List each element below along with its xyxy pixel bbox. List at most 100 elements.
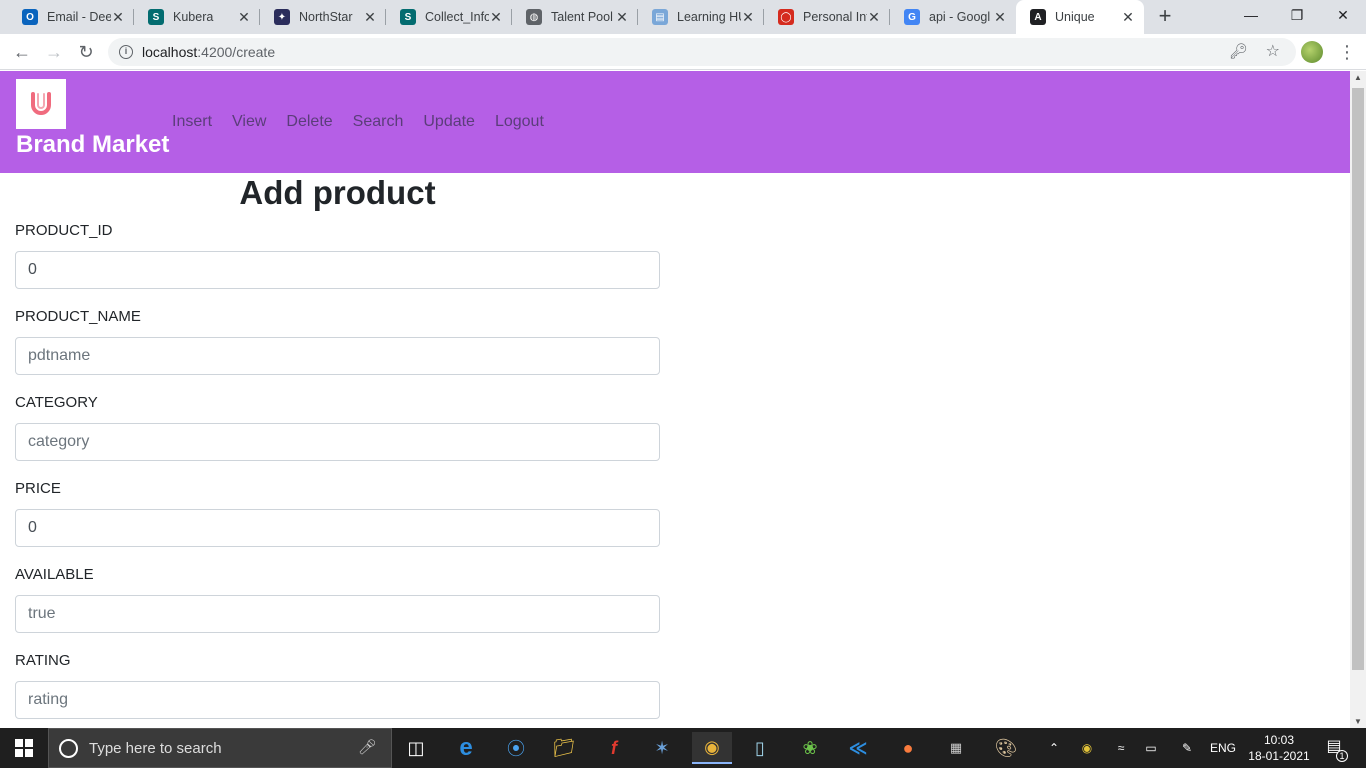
tab-close-icon[interactable]: ✕ — [614, 9, 630, 25]
battery-icon[interactable]: ▭ — [1140, 728, 1162, 768]
flash-icon[interactable]: f — [594, 732, 634, 764]
category-input[interactable] — [15, 423, 660, 461]
tab-title: Collect_Info — [425, 10, 489, 24]
spring-icon[interactable]: ❀ — [790, 732, 830, 764]
price-label: PRICE — [15, 480, 61, 497]
site-info-icon[interactable]: i — [119, 45, 133, 59]
tab-close-icon[interactable]: ✕ — [866, 9, 882, 25]
notes-app-icon[interactable]: ▯ — [740, 732, 780, 764]
oracle-icon: ◯ — [778, 9, 794, 25]
task-view-icon[interactable]: ◫ — [396, 732, 436, 764]
notification-count: 1 — [1336, 750, 1348, 762]
nav-search[interactable]: Search — [343, 111, 414, 133]
microphone-icon[interactable]: 🎤︎ — [358, 738, 377, 756]
available-input[interactable] — [15, 595, 660, 633]
angular-icon: A — [1030, 9, 1046, 25]
windows-taskbar: Type here to search 🎤︎ ◫ e ⦿ 📁︎ f ✶ ◉ ▯ … — [0, 728, 1366, 768]
url-path: :4200/create — [197, 44, 276, 60]
reload-icon[interactable]: ↻ — [74, 40, 98, 64]
edge-icon[interactable]: e — [446, 732, 486, 764]
bookmark-star-icon[interactable]: ☆ — [1266, 41, 1280, 61]
tab-close-icon[interactable]: ✕ — [236, 9, 252, 25]
forward-icon[interactable]: → — [42, 40, 66, 64]
main-nav: Insert View Delete Search Update Logout — [162, 111, 554, 133]
wifi-icon[interactable]: ≈ — [1110, 728, 1132, 768]
language-indicator[interactable]: ENG — [1208, 728, 1238, 768]
browser-tab[interactable]: S Collect_Info ✕ — [386, 0, 512, 34]
url-text[interactable]: localhost:4200/create — [142, 44, 275, 60]
northstar-icon: ✦ — [274, 9, 290, 25]
browser-tab[interactable]: Gapi - Googl ✕ — [890, 0, 1016, 34]
postman-icon[interactable]: ● — [888, 732, 928, 764]
brand-name[interactable]: Brand Market — [16, 131, 169, 159]
back-icon[interactable]: ← — [10, 40, 34, 64]
browser-tab[interactable]: S Kubera ✕ — [134, 0, 260, 34]
tab-title: Email - Dee — [47, 10, 111, 24]
nav-update[interactable]: Update — [413, 111, 485, 133]
file-explorer-icon[interactable]: 📁︎ — [544, 732, 584, 764]
tab-close-icon[interactable]: ✕ — [362, 9, 378, 25]
browser-menu-icon[interactable]: ⋮ — [1338, 40, 1356, 64]
start-button[interactable] — [0, 728, 48, 768]
product-id-input[interactable] — [15, 251, 660, 289]
nav-view[interactable]: View — [222, 111, 276, 133]
nav-insert[interactable]: Insert — [162, 111, 222, 133]
url-host: localhost — [142, 44, 198, 60]
browser-tab[interactable]: ✦ NorthStar ✕ — [260, 0, 386, 34]
page-title: Add product — [239, 174, 436, 211]
tab-title: Personal Inf — [803, 10, 867, 24]
tab-title: api - Googl — [929, 10, 991, 24]
vscode-icon[interactable]: ≪ — [838, 732, 878, 764]
tab-close-icon[interactable]: ✕ — [110, 9, 126, 25]
address-bar[interactable]: i localhost:4200/create 🔑︎ ☆ — [108, 38, 1296, 66]
chrome-icon[interactable]: ◉ — [692, 732, 732, 764]
rating-input[interactable] — [15, 681, 660, 719]
sharepoint-icon: S — [400, 9, 416, 25]
tab-title: NorthStar — [299, 10, 353, 24]
clock-date: 18-01-2021 — [1248, 749, 1310, 763]
key-icon[interactable]: 🔑︎ — [1229, 42, 1248, 60]
page-scrollbar[interactable]: ▲ ▼ — [1350, 71, 1366, 728]
clock-time: 10:03 — [1263, 733, 1295, 747]
product-name-input[interactable] — [15, 337, 660, 375]
browser-tab-strip: O Email - Dee ✕ S Kubera ✕ ✦ NorthStar ✕ S Collect… — [0, 0, 1366, 34]
tray-app-icon[interactable]: ◉ — [1076, 728, 1098, 768]
scrollbar-thumb[interactable] — [1352, 88, 1364, 670]
google-icon: G — [904, 9, 920, 25]
close-window-button[interactable]: ✕ — [1320, 0, 1366, 30]
product-id-label: PRODUCT_ID — [15, 222, 113, 239]
terminal-icon[interactable]: ▦ — [936, 732, 976, 764]
safari-icon[interactable]: ⦿ — [496, 732, 536, 764]
search-circle-icon — [59, 739, 78, 758]
browser-tab[interactable]: ▤ Learning HU ✕ — [638, 0, 764, 34]
minimize-button[interactable]: — — [1228, 0, 1274, 30]
paint-icon[interactable]: 🎨︎ — [986, 732, 1026, 764]
show-hidden-icons[interactable]: ⌃ — [1044, 728, 1064, 768]
nav-logout[interactable]: Logout — [485, 111, 554, 133]
tab-close-icon[interactable]: ✕ — [488, 9, 504, 25]
scroll-down-icon[interactable]: ▼ — [1354, 717, 1362, 726]
brand-logo[interactable] — [16, 79, 66, 129]
eclipse-sts-icon[interactable]: ✶ — [642, 732, 682, 764]
notification-icon[interactable]: ▤ 1 — [1322, 736, 1348, 762]
new-tab-button[interactable]: + — [1153, 5, 1177, 29]
nav-delete[interactable]: Delete — [276, 111, 342, 133]
scroll-up-icon[interactable]: ▲ — [1354, 73, 1362, 82]
taskbar-clock[interactable]: 10:03 18-01-2021 — [1244, 732, 1314, 764]
tab-close-icon[interactable]: ✕ — [740, 9, 756, 25]
category-label: CATEGORY — [15, 394, 98, 411]
browser-tab[interactable]: O Email - Dee ✕ — [8, 0, 134, 34]
pen-icon[interactable]: ✎ — [1176, 728, 1198, 768]
browser-tab[interactable]: ◍ Talent Pool ✕ — [512, 0, 638, 34]
profile-avatar[interactable] — [1301, 41, 1323, 63]
browser-tab[interactable]: ◯ Personal Inf ✕ — [764, 0, 890, 34]
tab-title: Kubera — [173, 10, 214, 24]
price-input[interactable] — [15, 509, 660, 547]
browser-tab[interactable]: A Unique ✕ — [1016, 0, 1144, 34]
tab-title: Talent Pool — [551, 10, 613, 24]
tab-close-icon[interactable]: ✕ — [992, 9, 1008, 25]
page-viewport: Brand Market Insert View Delete Search U… — [0, 71, 1350, 728]
tab-close-icon[interactable]: ✕ — [1120, 9, 1136, 25]
taskbar-search[interactable]: Type here to search 🎤︎ — [48, 728, 392, 768]
restore-button[interactable]: ❐ — [1274, 0, 1320, 30]
